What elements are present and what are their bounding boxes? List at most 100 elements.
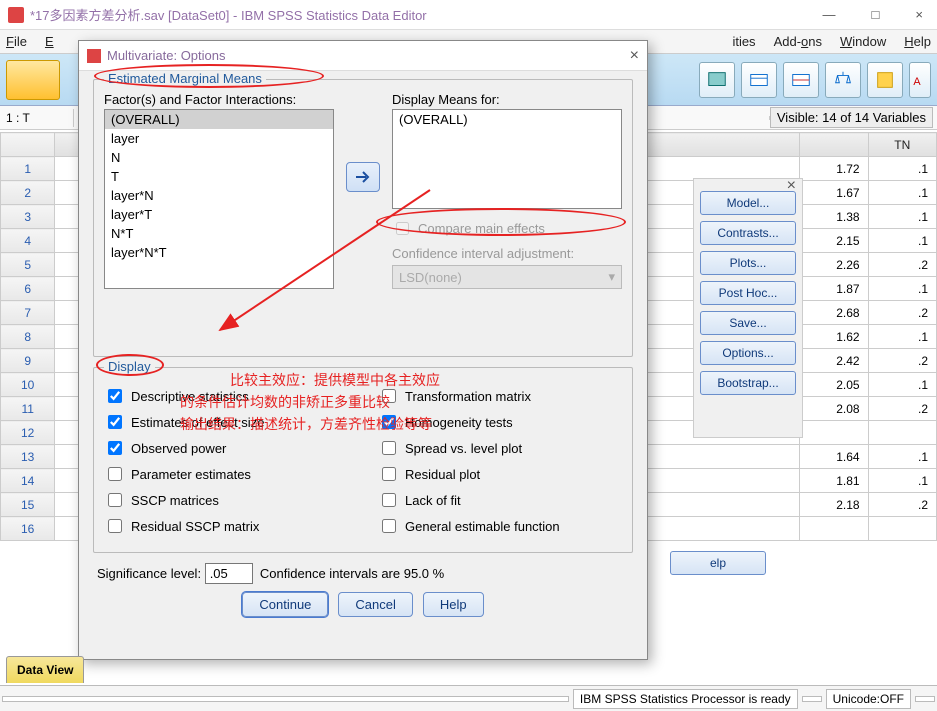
menu-help[interactable]: Help <box>904 34 931 49</box>
grid-cell[interactable]: .1 <box>868 373 936 397</box>
menu-window[interactable]: Window <box>840 34 886 49</box>
option-checkbox[interactable] <box>382 519 396 533</box>
display-means-item[interactable]: (OVERALL) <box>393 110 621 129</box>
grid-cell[interactable]: .1 <box>868 277 936 301</box>
posthoc-button[interactable]: Post Hoc... <box>700 281 796 305</box>
minimize-button[interactable]: — <box>817 5 842 24</box>
display-means-listbox[interactable]: (OVERALL) <box>392 109 622 209</box>
row-header[interactable]: 7 <box>1 301 55 325</box>
option-checkbox[interactable] <box>382 441 396 455</box>
compare-main-effects-checkbox[interactable] <box>396 222 409 235</box>
row-header[interactable]: 4 <box>1 229 55 253</box>
row-header[interactable]: 10 <box>1 373 55 397</box>
toolbar-icon-6[interactable]: A <box>909 62 931 98</box>
save-button[interactable]: Save... <box>700 311 796 335</box>
grid-cell[interactable]: 2.68 <box>800 301 868 325</box>
grid-cell[interactable]: 2.26 <box>800 253 868 277</box>
side-close-icon[interactable]: × <box>787 177 796 195</box>
grid-cell[interactable]: 1.72 <box>800 157 868 181</box>
grid-cell[interactable]: .2 <box>868 301 936 325</box>
option-checkbox[interactable] <box>108 441 122 455</box>
grid-cell[interactable]: 1.67 <box>800 181 868 205</box>
bootstrap-button[interactable]: Bootstrap... <box>700 371 796 395</box>
factor-item[interactable]: N <box>105 148 333 167</box>
row-header[interactable]: 13 <box>1 445 55 469</box>
grid-cell[interactable]: .1 <box>868 157 936 181</box>
factor-item[interactable]: N*T <box>105 224 333 243</box>
model-button[interactable]: Model... <box>700 191 796 215</box>
row-header[interactable]: 5 <box>1 253 55 277</box>
toolbar-icon-3[interactable] <box>783 62 819 98</box>
menu-file[interactable]: File <box>6 34 27 49</box>
side-help-button[interactable]: elp <box>670 551 766 575</box>
grid-cell[interactable] <box>800 517 868 541</box>
toolbar-scale-icon[interactable] <box>825 62 861 98</box>
grid-cell[interactable]: 2.18 <box>800 493 868 517</box>
plots-button[interactable]: Plots... <box>700 251 796 275</box>
grid-cell[interactable]: .2 <box>868 253 936 277</box>
grid-cell[interactable]: .1 <box>868 229 936 253</box>
option-checkbox[interactable] <box>382 415 396 429</box>
row-header[interactable]: 12 <box>1 421 55 445</box>
factor-item[interactable]: layer*N*T <box>105 243 333 262</box>
grid-cell[interactable]: 2.42 <box>800 349 868 373</box>
grid-cell[interactable]: .1 <box>868 325 936 349</box>
option-checkbox[interactable] <box>382 467 396 481</box>
tab-data-view[interactable]: Data View <box>6 656 84 683</box>
option-checkbox[interactable] <box>108 389 122 403</box>
open-file-icon[interactable] <box>6 60 60 100</box>
option-checkbox[interactable] <box>108 493 122 507</box>
grid-cell[interactable]: .1 <box>868 445 936 469</box>
factor-item[interactable]: layer <box>105 129 333 148</box>
grid-cell[interactable]: 2.08 <box>800 397 868 421</box>
row-header[interactable]: 9 <box>1 349 55 373</box>
grid-cell[interactable] <box>868 421 936 445</box>
grid-cell[interactable]: .2 <box>868 493 936 517</box>
factor-item[interactable]: T <box>105 167 333 186</box>
close-button[interactable]: × <box>909 5 929 24</box>
options-button[interactable]: Options... <box>700 341 796 365</box>
row-header[interactable]: 11 <box>1 397 55 421</box>
menu-utilities-fragment[interactable]: ities <box>732 34 755 49</box>
option-checkbox[interactable] <box>382 389 396 403</box>
row-header[interactable]: 3 <box>1 205 55 229</box>
col-header-1[interactable] <box>800 133 868 157</box>
row-header[interactable]: 8 <box>1 325 55 349</box>
maximize-button[interactable]: □ <box>866 5 886 24</box>
grid-cell[interactable] <box>868 517 936 541</box>
menu-edit[interactable]: E <box>45 34 54 49</box>
factors-listbox[interactable]: (OVERALL)layerNTlayer*Nlayer*TN*Tlayer*N… <box>104 109 334 289</box>
toolbar-icon-2[interactable] <box>741 62 777 98</box>
grid-cell[interactable]: 1.81 <box>800 469 868 493</box>
grid-cell[interactable]: 1.64 <box>800 445 868 469</box>
grid-cell[interactable]: .1 <box>868 181 936 205</box>
option-checkbox[interactable] <box>108 415 122 429</box>
grid-cell[interactable]: 1.87 <box>800 277 868 301</box>
help-button[interactable]: Help <box>423 592 484 617</box>
grid-cell[interactable]: .1 <box>868 205 936 229</box>
option-checkbox[interactable] <box>108 519 122 533</box>
grid-cell[interactable]: .2 <box>868 349 936 373</box>
option-checkbox[interactable] <box>108 467 122 481</box>
row-header[interactable]: 14 <box>1 469 55 493</box>
row-header[interactable]: 1 <box>1 157 55 181</box>
toolbar-icon-1[interactable] <box>699 62 735 98</box>
dialog-close-icon[interactable]: × <box>630 47 639 65</box>
factor-item[interactable]: (OVERALL) <box>105 110 333 129</box>
continue-button[interactable]: Continue <box>242 592 328 617</box>
cancel-button[interactable]: Cancel <box>338 592 412 617</box>
factor-item[interactable]: layer*T <box>105 205 333 224</box>
grid-cell[interactable]: 2.15 <box>800 229 868 253</box>
row-header[interactable]: 2 <box>1 181 55 205</box>
contrasts-button[interactable]: Contrasts... <box>700 221 796 245</box>
factor-item[interactable]: layer*N <box>105 186 333 205</box>
move-right-button[interactable] <box>346 162 380 192</box>
toolbar-icon-5[interactable] <box>867 62 903 98</box>
row-header[interactable]: 16 <box>1 517 55 541</box>
grid-cell[interactable]: 1.38 <box>800 205 868 229</box>
grid-cell[interactable]: .1 <box>868 469 936 493</box>
grid-cell[interactable]: 2.05 <box>800 373 868 397</box>
row-header[interactable]: 6 <box>1 277 55 301</box>
grid-cell[interactable]: .2 <box>868 397 936 421</box>
menu-addons[interactable]: Add-ons <box>774 34 822 49</box>
